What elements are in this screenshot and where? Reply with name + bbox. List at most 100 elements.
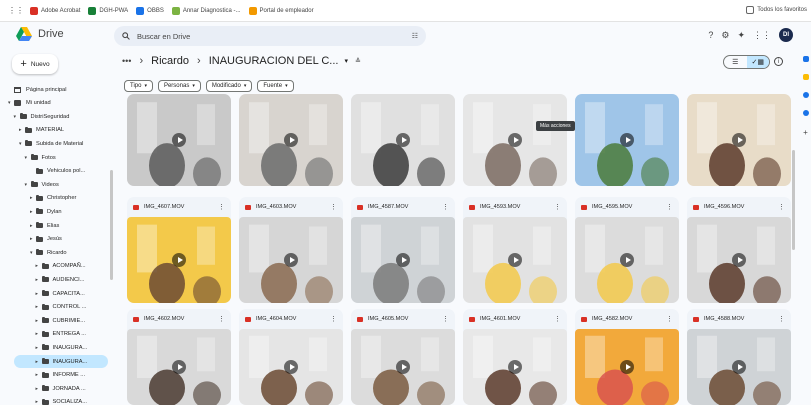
video-thumbnail[interactable] (687, 94, 791, 186)
filter-options-icon[interactable]: ☷ (412, 32, 418, 40)
file-card[interactable]: IMG_4596.MOV ⋮ (687, 197, 791, 303)
sidebar-item[interactable]: Página principal (0, 83, 110, 96)
play-icon[interactable] (172, 253, 186, 267)
more-actions-icon[interactable]: ⋮ (666, 315, 673, 323)
expand-arrow-icon[interactable]: ▾ (25, 155, 31, 161)
filter-chip[interactable]: Modificado ▾ (205, 80, 253, 92)
sidebar-item[interactable]: ▸ ACOMPAÑ... (0, 260, 110, 273)
more-actions-icon[interactable]: ⋮ (218, 315, 225, 323)
expand-arrow-icon[interactable]: ▸ (36, 291, 42, 297)
expand-arrow-icon[interactable]: ▸ (36, 359, 42, 365)
sidebar-item[interactable]: ▸ Jesús (0, 233, 110, 246)
file-card[interactable]: IMG_4607.MOV ⋮ (127, 197, 231, 303)
expand-arrow-icon[interactable]: ▸ (36, 331, 42, 337)
more-actions-icon[interactable]: ⋮ (442, 203, 449, 211)
breadcrumb-more[interactable]: ••• (122, 56, 131, 66)
sidebar-item[interactable]: ▸ JORNADA ... (0, 382, 110, 395)
file-card[interactable]: IMG_4582.MOV ⋮ (575, 309, 679, 405)
sidebar-item[interactable]: ▾ Fotos (0, 151, 110, 164)
video-thumbnail[interactable] (351, 217, 455, 303)
sidebar-item[interactable]: ▸ CONTROL ... (0, 301, 110, 314)
sidebar-item[interactable]: ▸ INAUGURA... (0, 341, 110, 354)
contacts-icon[interactable] (802, 110, 809, 116)
video-thumbnail[interactable] (127, 217, 231, 303)
play-icon[interactable] (172, 133, 186, 147)
sidebar-item[interactable]: ▸ INAUGURA... (14, 355, 108, 368)
more-actions-icon[interactable]: ⋮ (778, 203, 785, 211)
play-icon[interactable] (284, 360, 298, 374)
apps-grid-icon[interactable]: ⋮⋮ (8, 6, 24, 15)
expand-arrow-icon[interactable]: ▸ (36, 372, 42, 378)
main-scrollbar[interactable] (792, 150, 795, 250)
breadcrumb-parent[interactable]: Ricardo (151, 55, 189, 67)
file-card[interactable] (127, 94, 231, 186)
search-icon[interactable] (122, 32, 130, 40)
info-icon[interactable]: i (774, 57, 783, 66)
new-button[interactable]: + Nuevo (12, 54, 58, 74)
more-actions-icon[interactable]: ⋮ (554, 315, 561, 323)
sidebar-item[interactable]: ▾ Subida de Material (0, 137, 110, 150)
file-card[interactable] (575, 94, 679, 186)
expand-arrow-icon[interactable]: ▸ (36, 304, 42, 310)
expand-arrow-icon[interactable]: ▸ (36, 318, 42, 324)
view-toggle[interactable]: ☰ ✓▦ (723, 55, 770, 69)
video-thumbnail[interactable] (687, 217, 791, 303)
expand-arrow-icon[interactable]: ▾ (14, 114, 20, 120)
play-icon[interactable] (284, 253, 298, 267)
sidebar-item[interactable]: ▾ DistriSeguridad (0, 110, 110, 123)
sidebar-item[interactable]: ▸ SOCIALIZA... (0, 396, 110, 405)
file-card[interactable]: IMG_4602.MOV ⋮ (127, 309, 231, 405)
expand-arrow-icon[interactable]: ▸ (36, 399, 42, 405)
sidebar-item[interactable]: Vehiculos pol... (0, 165, 110, 178)
sidebar-item[interactable]: ▸ Elias (0, 219, 110, 232)
bookmark-3[interactable]: Annar Diagnostica -... (171, 6, 241, 15)
file-card[interactable]: IMG_4604.MOV ⋮ (239, 309, 343, 405)
video-thumbnail[interactable] (575, 329, 679, 405)
play-icon[interactable] (284, 133, 298, 147)
file-card[interactable]: IMG_4587.MOV ⋮ (351, 197, 455, 303)
play-icon[interactable] (396, 360, 410, 374)
help-icon[interactable]: ? (708, 30, 713, 40)
file-card[interactable]: IMG_4588.MOV ⋮ (687, 309, 791, 405)
add-icon[interactable]: + (803, 128, 808, 137)
more-actions-icon[interactable]: ⋮ (778, 315, 785, 323)
avatar[interactable]: DI (779, 28, 793, 42)
video-thumbnail[interactable] (351, 94, 455, 186)
file-card[interactable]: IMG_4605.MOV ⋮ (351, 309, 455, 405)
video-thumbnail[interactable] (239, 94, 343, 186)
sidebar-item[interactable]: ▾ Videos (0, 178, 110, 191)
play-icon[interactable] (620, 133, 634, 147)
video-thumbnail[interactable] (463, 217, 567, 303)
video-thumbnail[interactable] (351, 329, 455, 405)
calendar-icon[interactable] (802, 56, 809, 62)
apps-icon[interactable]: ⋮⋮ (753, 30, 771, 41)
file-card[interactable]: IMG_4603.MOV ⋮ (239, 197, 343, 303)
search-bar[interactable]: Buscar en Drive ☷ (114, 26, 426, 46)
file-card[interactable] (463, 94, 567, 186)
sidebar-item[interactable]: ▸ CAPACITA... (0, 287, 110, 300)
video-thumbnail[interactable] (239, 217, 343, 303)
play-icon[interactable] (620, 253, 634, 267)
sidebar-item[interactable]: ▸ Christopher (0, 192, 110, 205)
settings-icon[interactable]: ⚙ (721, 30, 729, 41)
sidebar-scrollbar[interactable] (110, 170, 113, 280)
more-actions-icon[interactable]: ⋮ (442, 315, 449, 323)
file-card[interactable]: IMG_4601.MOV ⋮ (463, 309, 567, 405)
sidebar-item[interactable]: ▸ CUBRIMIE... (0, 314, 110, 327)
expand-arrow-icon[interactable]: ▸ (36, 277, 42, 283)
video-thumbnail[interactable] (239, 329, 343, 405)
play-icon[interactable] (732, 253, 746, 267)
breadcrumb-current[interactable]: INAUGURACION DEL C... (209, 55, 339, 67)
play-icon[interactable] (396, 133, 410, 147)
sidebar-item[interactable]: ▸ INFORME ... (0, 369, 110, 382)
list-view-icon[interactable]: ☰ (724, 56, 747, 68)
expand-arrow-icon[interactable]: ▸ (36, 263, 42, 269)
sidebar-item[interactable]: ▸ AUDIENCI... (0, 273, 110, 286)
file-card[interactable]: IMG_4595.MOV ⋮ (575, 197, 679, 303)
expand-arrow-icon[interactable]: ▾ (25, 182, 31, 188)
gemini-icon[interactable]: ✦ (737, 30, 745, 41)
drive-logo[interactable]: Drive (16, 27, 64, 41)
more-actions-icon[interactable]: ⋮ (218, 203, 225, 211)
tasks-icon[interactable] (802, 92, 809, 98)
file-card[interactable]: IMG_4593.MOV ⋮ (463, 197, 567, 303)
